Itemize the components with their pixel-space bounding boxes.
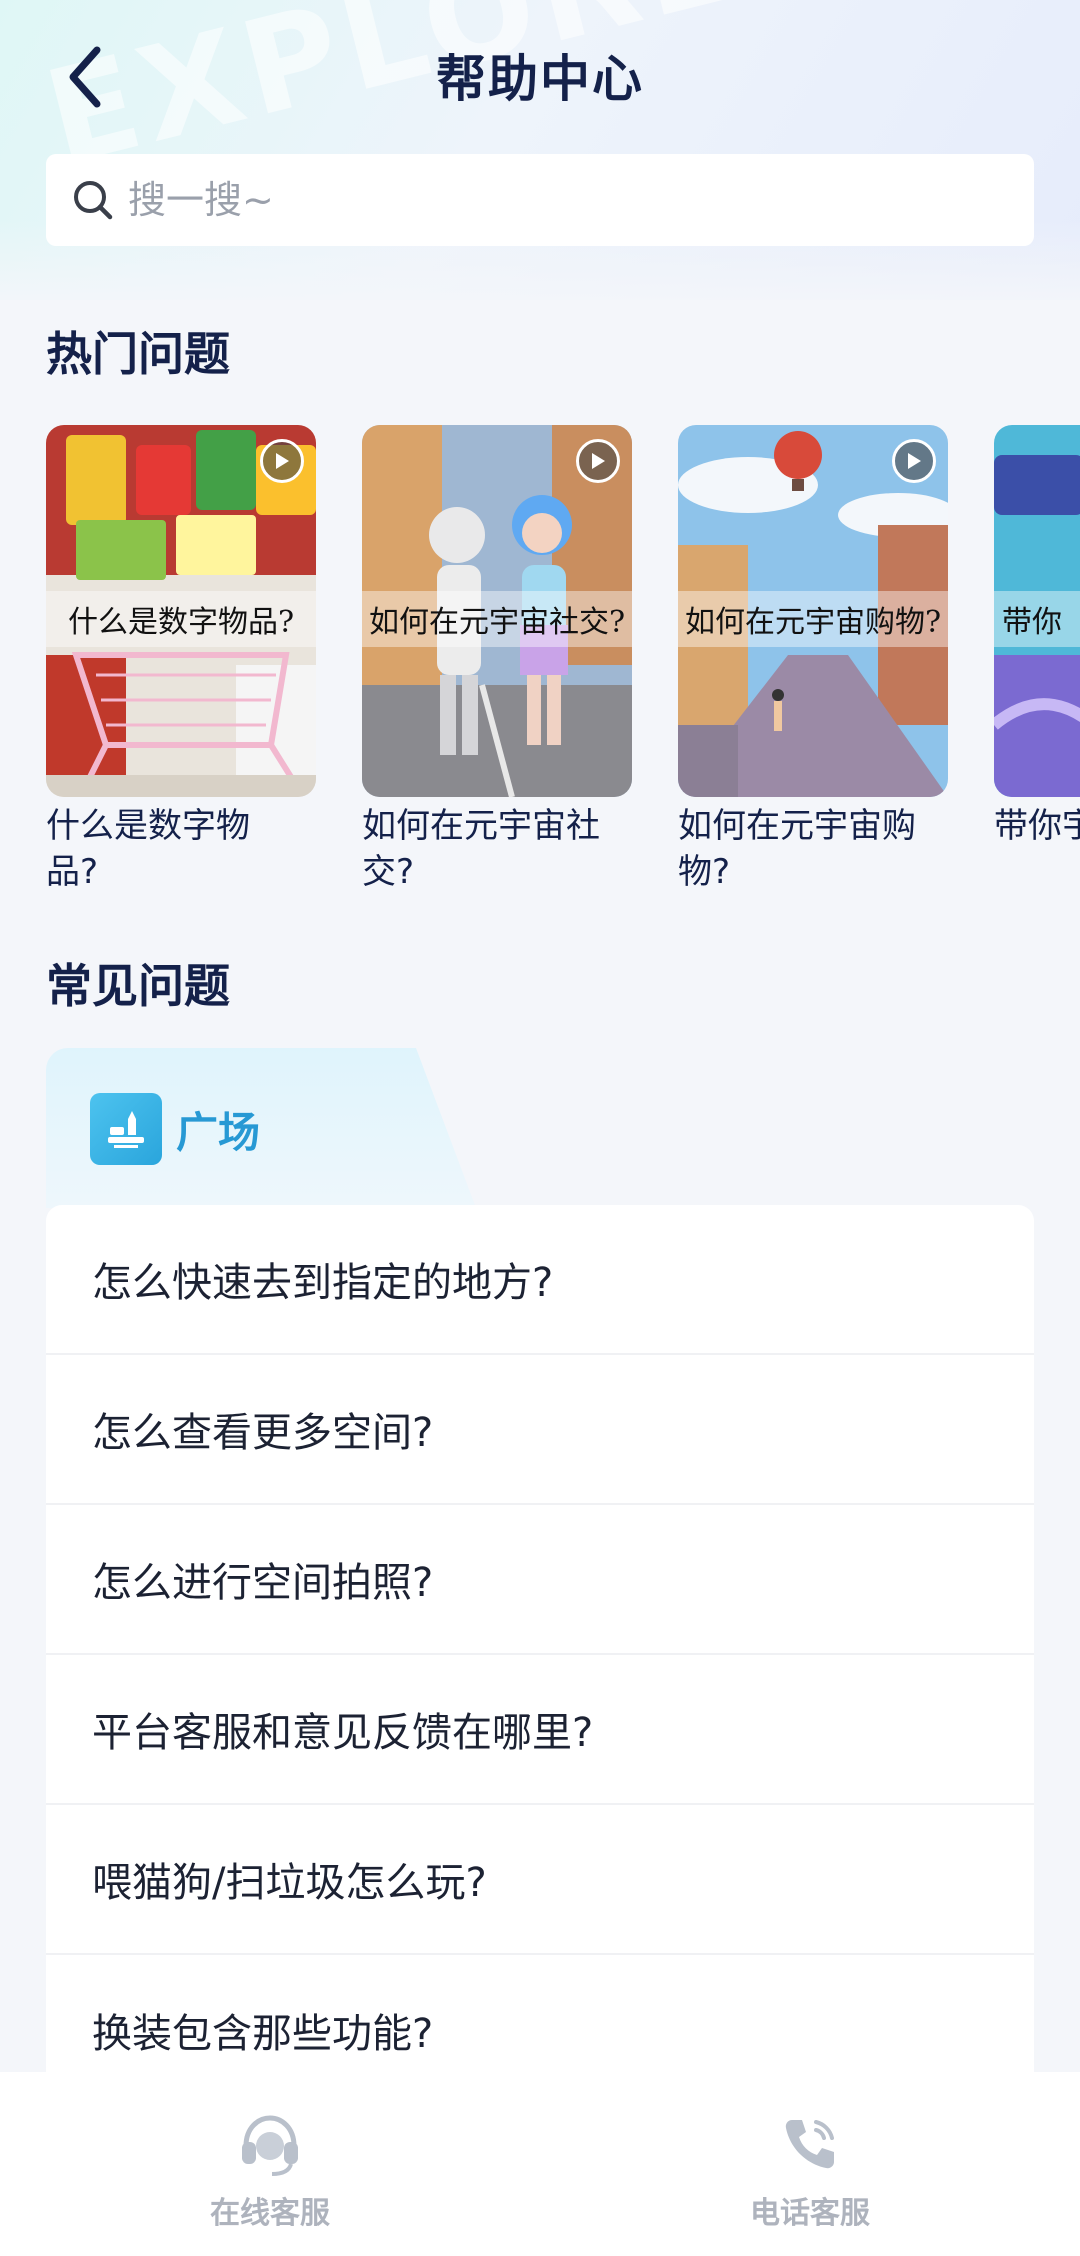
play-icon — [260, 439, 304, 483]
video-thumbnail: 什么是数字物品? — [46, 425, 316, 797]
video-thumbnail: 带你 — [994, 425, 1080, 797]
video-caption: 带你 — [994, 591, 1080, 647]
page-title: 帮助中心 — [436, 50, 644, 108]
hot-question-label: 什么是数字物品? — [46, 806, 250, 892]
phone-icon — [785, 2120, 834, 2169]
hot-question-card[interactable]: 如何在元宇宙社交? 如何在元宇宙社交? — [362, 425, 632, 895]
hot-questions-title: 热门问题 — [46, 327, 230, 381]
video-thumbnail: 如何在元宇宙社交? — [362, 425, 632, 797]
hot-question-card[interactable]: 如何在元宇宙购物? 如何在元宇宙购物? — [678, 425, 948, 895]
header: 帮助中心 — [0, 30, 1080, 120]
video-caption: 如何在元宇宙社交? — [362, 591, 632, 647]
online-service-label: 在线客服 — [210, 2196, 330, 2231]
faq-item[interactable]: 喂猫狗/扫垃圾怎么玩? — [46, 1805, 1034, 1955]
play-icon — [892, 439, 936, 483]
phone-service-label: 电话客服 — [750, 2196, 870, 2231]
video-caption: 什么是数字物品? — [46, 591, 316, 647]
bottom-bar: 在线客服 电话客服 — [0, 2072, 1080, 2256]
search-icon — [74, 181, 113, 220]
play-icon — [576, 439, 620, 483]
faq-item[interactable]: 怎么进行空间拍照? — [46, 1505, 1034, 1655]
tab-label: 广场 — [176, 1107, 261, 1157]
hot-question-card[interactable]: 带你 带你宇宙 — [994, 425, 1080, 849]
faq-item[interactable]: 平台客服和意见反馈在哪里? — [46, 1655, 1034, 1805]
video-thumbnail: 如何在元宇宙购物? — [678, 425, 948, 797]
back-button[interactable] — [50, 42, 120, 112]
online-service-button[interactable]: 在线客服 — [0, 2072, 540, 2256]
hot-question-card[interactable]: 什么是数字物品? 什么是数字物品? — [46, 425, 316, 895]
headset-icon — [242, 2115, 298, 2176]
search-input[interactable] — [128, 178, 1008, 222]
common-questions-title: 常见问题 — [46, 959, 230, 1013]
hot-question-label: 带你宇宙 — [994, 806, 1080, 846]
video-caption: 如何在元宇宙购物? — [678, 591, 948, 647]
phone-service-button[interactable]: 电话客服 — [540, 2072, 1080, 2256]
plaza-icon — [90, 1093, 162, 1165]
search-bar[interactable] — [46, 154, 1034, 246]
hot-question-label: 如何在元宇宙社交? — [362, 806, 600, 892]
faq-item[interactable]: 怎么查看更多空间? — [46, 1355, 1034, 1505]
hot-question-label: 如何在元宇宙购物? — [678, 806, 916, 892]
faq-item[interactable]: 怎么快速去到指定的地方? — [46, 1205, 1034, 1355]
tab-plaza[interactable]: 广场 — [90, 1093, 260, 1165]
chevron-left-icon — [69, 46, 101, 108]
faq-list: 怎么快速去到指定的地方? 怎么查看更多空间? 怎么进行空间拍照? 平台客服和意见… — [46, 1205, 1034, 2105]
hot-questions-carousel[interactable]: 什么是数字物品? 什么是数字物品? 如何在元宇宙社交? 如何在元宇宙社交? 如何… — [46, 425, 1080, 905]
